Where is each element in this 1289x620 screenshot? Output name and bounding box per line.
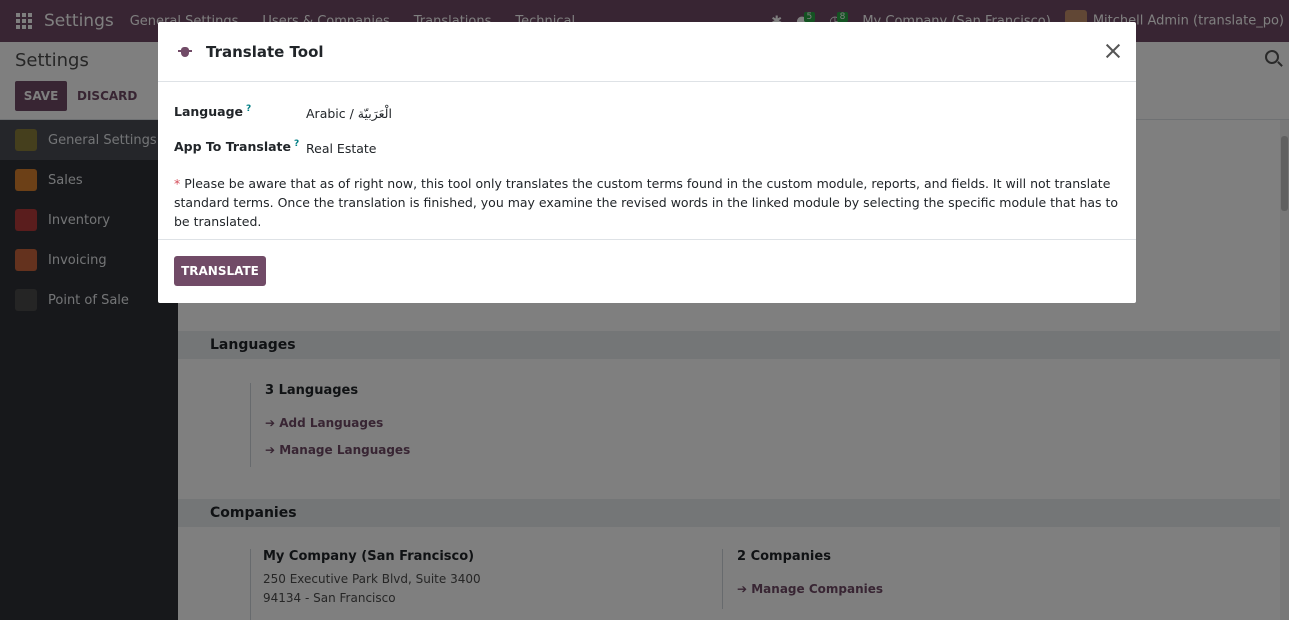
dialog-title: Translate Tool <box>206 42 324 61</box>
app-label: App To Translate? <box>174 139 306 154</box>
language-field[interactable]: Arabic / الْعَرَبيّة <box>306 104 392 121</box>
dialog-header: Translate Tool <box>158 22 1136 82</box>
dialog-body: Language? Arabic / الْعَرَبيّة App To Tr… <box>158 82 1136 240</box>
language-label: Language? <box>174 104 306 119</box>
dialog-footer: TRANSLATE <box>158 240 1136 302</box>
disclaimer-note: * Please be aware that as of right now, … <box>174 174 1120 231</box>
help-tooltip-icon[interactable]: ? <box>294 139 299 149</box>
translate-tool-dialog: Translate Tool Language? Arabic / الْعَر… <box>158 22 1136 303</box>
disclaimer-text: Please be aware that as of right now, th… <box>174 176 1119 229</box>
language-field-row: Language? Arabic / الْعَرَبيّة <box>174 104 1120 139</box>
language-label-text: Language <box>174 104 244 120</box>
close-icon[interactable] <box>1104 42 1122 60</box>
help-tooltip-icon[interactable]: ? <box>246 104 251 114</box>
translate-button[interactable]: TRANSLATE <box>174 256 266 286</box>
required-mark: * <box>174 176 181 191</box>
app-label-text: App To Translate <box>174 139 291 155</box>
app-to-translate-field[interactable]: Real Estate <box>306 139 376 156</box>
app-field-row: App To Translate? Real Estate <box>174 139 1120 174</box>
bug-icon <box>178 45 192 59</box>
